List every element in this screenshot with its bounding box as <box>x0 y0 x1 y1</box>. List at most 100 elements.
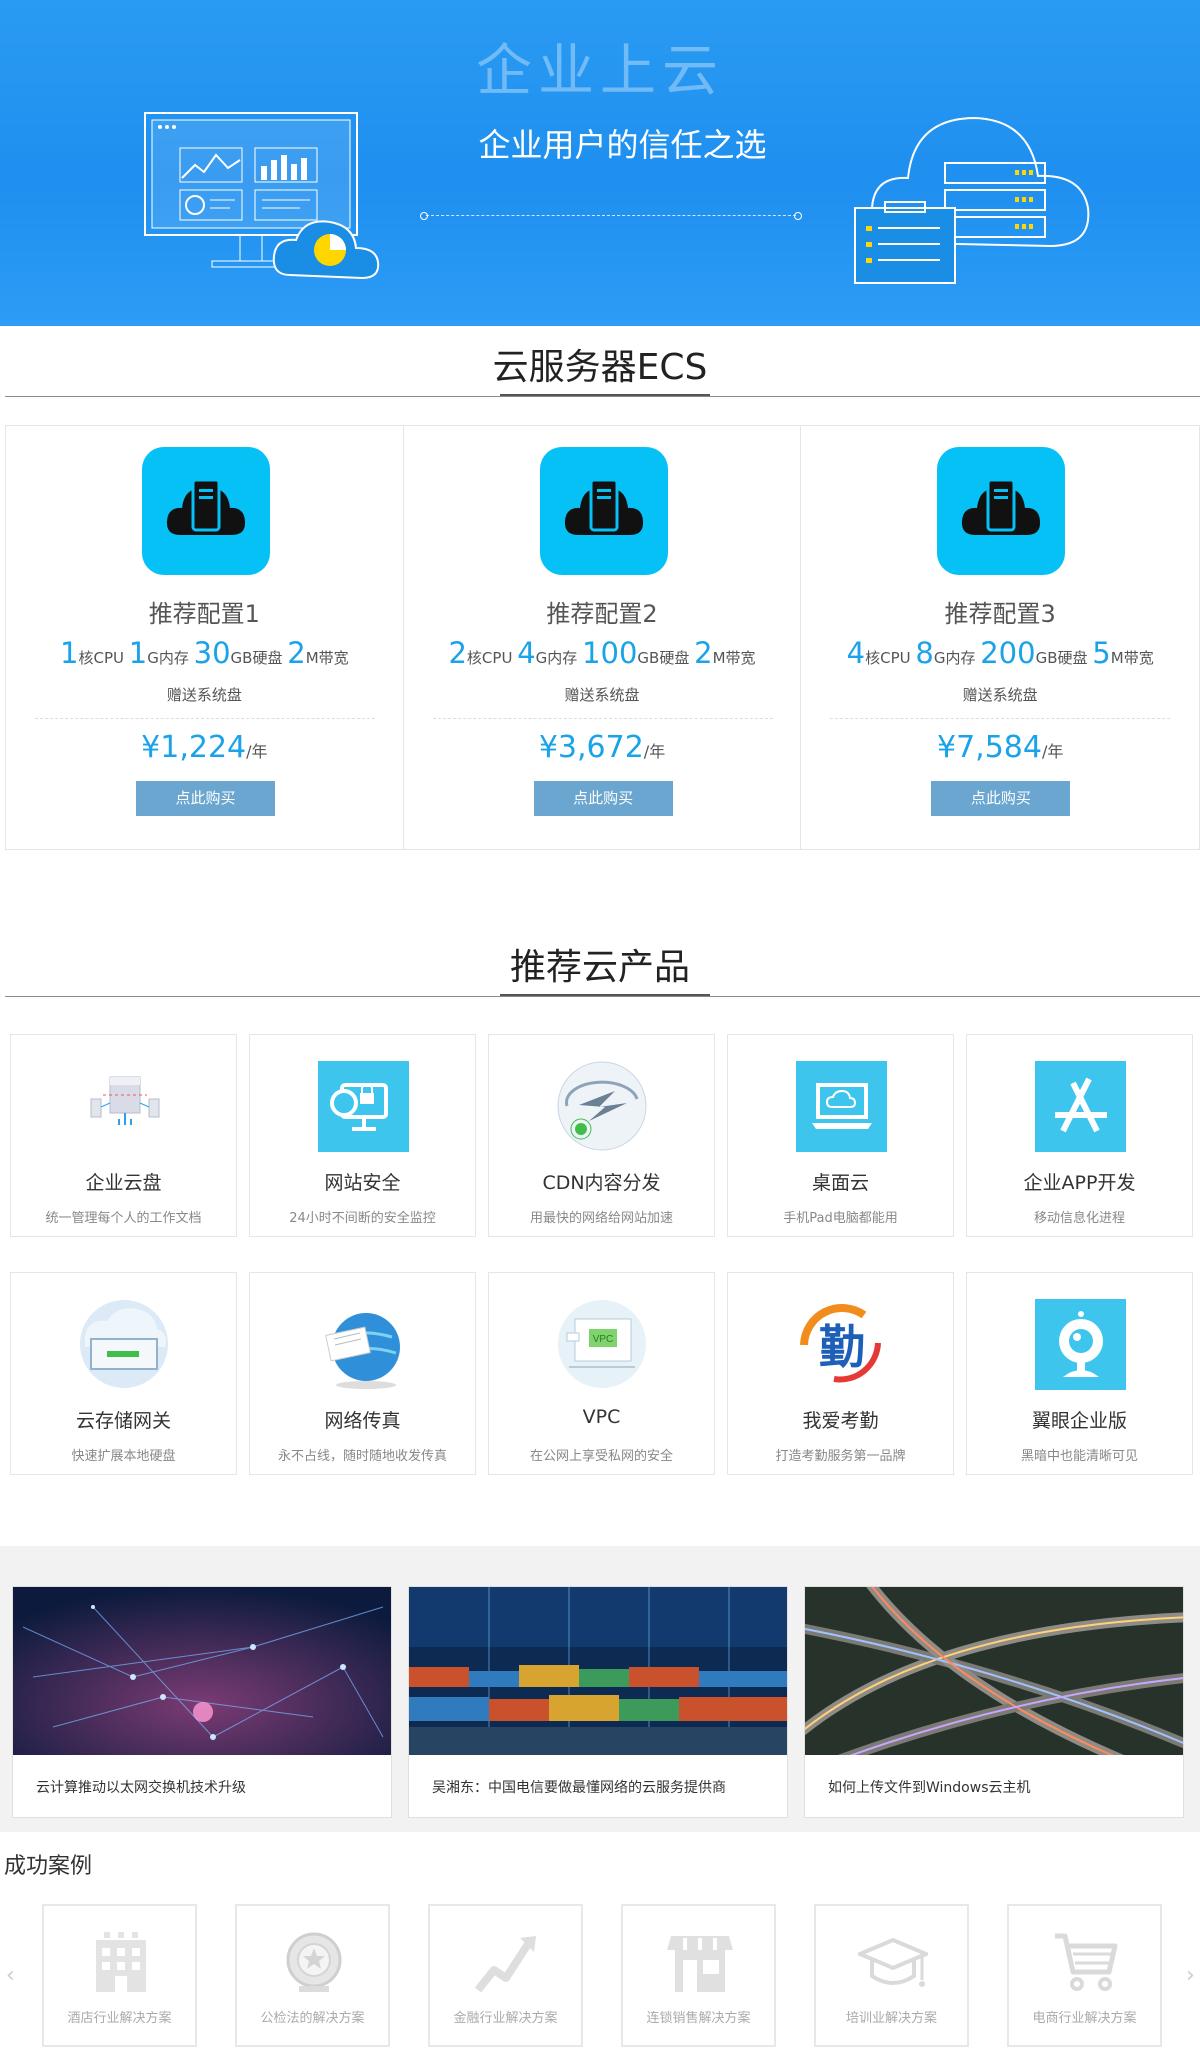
cloud-server-icon <box>539 447 668 575</box>
case-label: 电商行业解决方案 <box>1032 2011 1137 2026</box>
product-name: 我爱考勤 <box>802 1410 879 1432</box>
product-card[interactable]: 勤 我爱考勤 打造考勤服务第一品牌 <box>727 1272 954 1475</box>
ecs-price: ¥1,224/年 <box>6 730 403 765</box>
product-desc: 打造考勤服务第一品牌 <box>775 1449 906 1464</box>
product-desc: 24小时不间断的安全监控 <box>289 1211 436 1226</box>
bandwidth-unit: M带宽 <box>712 649 756 667</box>
disk-unit: GB硬盘 <box>637 649 690 667</box>
case-label: 酒店行业解决方案 <box>67 2011 172 2026</box>
bandwidth-value: 2 <box>694 636 713 670</box>
cpu-value: 2 <box>448 636 467 670</box>
case-card[interactable]: 培训业解决方案 <box>814 1904 969 2047</box>
cases-prev-arrow-icon[interactable]: ‹ <box>6 1963 15 1988</box>
ecs-config-name: 推荐配置2 <box>546 600 658 628</box>
mem-unit: G内存 <box>933 649 976 667</box>
news-card[interactable]: 吴湘东：中国电信要做最懂网络的云服务提供商 <box>408 1586 788 1818</box>
mem-value: 1 <box>128 636 148 670</box>
price-value: ¥1,224 <box>141 730 247 765</box>
product-desc: 永不占线，随时随地收发传真 <box>277 1449 447 1464</box>
product-name: CDN内容分发 <box>542 1172 661 1194</box>
emblem-icon <box>286 1932 342 1992</box>
case-card[interactable]: 电商行业解决方案 <box>1007 1904 1162 2047</box>
storage-gateway-icon <box>80 1300 168 1388</box>
product-desc: 统一管理每个人的工作文档 <box>45 1211 202 1226</box>
product-name: 翼眼企业版 <box>1031 1410 1127 1432</box>
case-label: 公检法的解决方案 <box>260 2011 365 2026</box>
price-period: /年 <box>1041 742 1064 761</box>
buy-button[interactable]: 点此购买 <box>136 781 275 816</box>
buy-button[interactable]: 点此购买 <box>931 781 1071 816</box>
ecs-config-name: 推荐配置3 <box>944 600 1056 628</box>
news-caption: 云计算推动以太网交换机技术升级 <box>36 1780 246 1796</box>
product-card[interactable]: 翼眼企业版 黑暗中也能清晰可见 <box>966 1272 1193 1475</box>
product-name: 网络传真 <box>324 1410 401 1432</box>
ecs-config-spec: 2核CPU 4G内存 100GB硬盘 2M带宽 <box>404 636 801 670</box>
price-value: ¥3,672 <box>538 730 644 765</box>
product-desc: 移动信息化进程 <box>1033 1211 1125 1226</box>
product-card[interactable]: 企业云盘 统一管理每个人的工作文档 <box>10 1034 237 1237</box>
hero-title: 企业上云 <box>476 39 724 104</box>
network-fax-icon <box>325 1313 400 1389</box>
product-card[interactable]: 桌面云 手机Pad电脑都能用 <box>727 1034 954 1237</box>
mem-unit: G内存 <box>147 649 189 667</box>
attendance-icon: 勤 <box>800 1303 881 1383</box>
product-desc: 手机Pad电脑都能用 <box>783 1211 898 1226</box>
case-card[interactable]: 金融行业解决方案 <box>428 1904 583 2047</box>
ecs-section-title: 云服务器ECS <box>492 347 708 388</box>
case-card[interactable]: 酒店行业解决方案 <box>42 1904 197 2047</box>
ecs-section-divider <box>5 396 1200 397</box>
cpu-value: 4 <box>846 636 866 670</box>
products-section-divider <box>5 996 1200 997</box>
attendance-icon-text: 勤 <box>819 1320 865 1374</box>
ecs-config-spec: 4核CPU 8G内存 200GB硬盘 5M带宽 <box>801 636 1199 670</box>
monitor-illustration-icon <box>144 112 380 280</box>
product-row-1: 企业云盘 统一管理每个人的工作文档 网站安全 24小时不间断的安全监控 CDN内… <box>10 1034 1195 1237</box>
product-card[interactable]: 网站安全 24小时不间断的安全监控 <box>249 1034 476 1237</box>
product-name: 云存储网关 <box>75 1410 171 1432</box>
price-period: /年 <box>643 742 666 761</box>
case-card[interactable]: 公检法的解决方案 <box>235 1904 390 2047</box>
disk-unit: GB硬盘 <box>1035 649 1088 667</box>
ecs-dashed-divider <box>432 718 773 719</box>
product-card[interactable]: VPC VPC 在公网上享受私网的安全 <box>488 1272 715 1475</box>
cloud-server-illustration-icon <box>854 116 1090 284</box>
ecs-price: ¥3,672/年 <box>404 730 801 765</box>
ecs-gift-note: 赠送系统盘 <box>962 686 1038 704</box>
cloud-server-icon <box>142 447 270 575</box>
bandwidth-value: 2 <box>287 636 306 670</box>
highway-interchange-image <box>791 1574 1195 1770</box>
cdn-icon <box>557 1061 647 1151</box>
price-value: ¥7,584 <box>936 730 1042 765</box>
web-security-icon <box>318 1061 409 1152</box>
mem-value: 8 <box>915 636 934 670</box>
buy-button[interactable]: 点此购买 <box>533 781 673 816</box>
product-card[interactable]: CDN内容分发 用最快的网络给网站加速 <box>488 1034 715 1237</box>
product-card[interactable]: 网络传真 永不占线，随时随地收发传真 <box>249 1272 476 1475</box>
network-nodes-image <box>13 1587 391 1755</box>
cloud-server-icon <box>937 447 1066 575</box>
news-caption: 吴湘东：中国电信要做最懂网络的云服务提供商 <box>432 1780 726 1796</box>
product-desc: 快速扩展本地硬盘 <box>71 1449 176 1464</box>
product-card[interactable]: 企业APP开发 移动信息化进程 <box>966 1034 1193 1237</box>
hero-banner: 企业上云 企业用户的信任之选 <box>0 0 1200 326</box>
product-name: VPC <box>582 1406 621 1428</box>
cases-section-title: 成功案例 <box>4 1854 93 1879</box>
ecs-price: ¥7,584/年 <box>801 730 1199 765</box>
cases-next-arrow-icon[interactable]: › <box>1186 1963 1195 1988</box>
cpu-value: 1 <box>60 636 79 670</box>
bandwidth-value: 5 <box>1092 636 1111 670</box>
ecs-gift-note: 赠送系统盘 <box>166 686 242 704</box>
disk-value: 200 <box>980 636 1036 670</box>
product-desc: 在公网上享受私网的安全 <box>529 1449 673 1464</box>
disk-value: 100 <box>582 636 638 670</box>
product-row-2: 云存储网关 快速扩展本地硬盘 网络传真 永不占线，随时随地收发传真 VPC VP… <box>10 1272 1195 1475</box>
port-containers-image <box>409 1587 787 1755</box>
news-card[interactable]: 云计算推动以太网交换机技术升级 <box>12 1586 392 1818</box>
product-card[interactable]: 云存储网关 快速扩展本地硬盘 <box>10 1272 237 1475</box>
case-card[interactable]: 连锁销售解决方案 <box>621 1904 776 2047</box>
ecs-config-spec: 1核CPU 1G内存 30GB硬盘 2M带宽 <box>6 636 403 670</box>
hero-divider <box>420 212 802 220</box>
desktop-cloud-icon <box>796 1061 887 1152</box>
news-card[interactable]: 如何上传文件到Windows云主机 <box>791 1574 1195 1818</box>
ecs-card-list: 推荐配置1 1核CPU 1G内存 30GB硬盘 2M带宽 赠送系统盘 ¥1,22… <box>5 425 1200 850</box>
